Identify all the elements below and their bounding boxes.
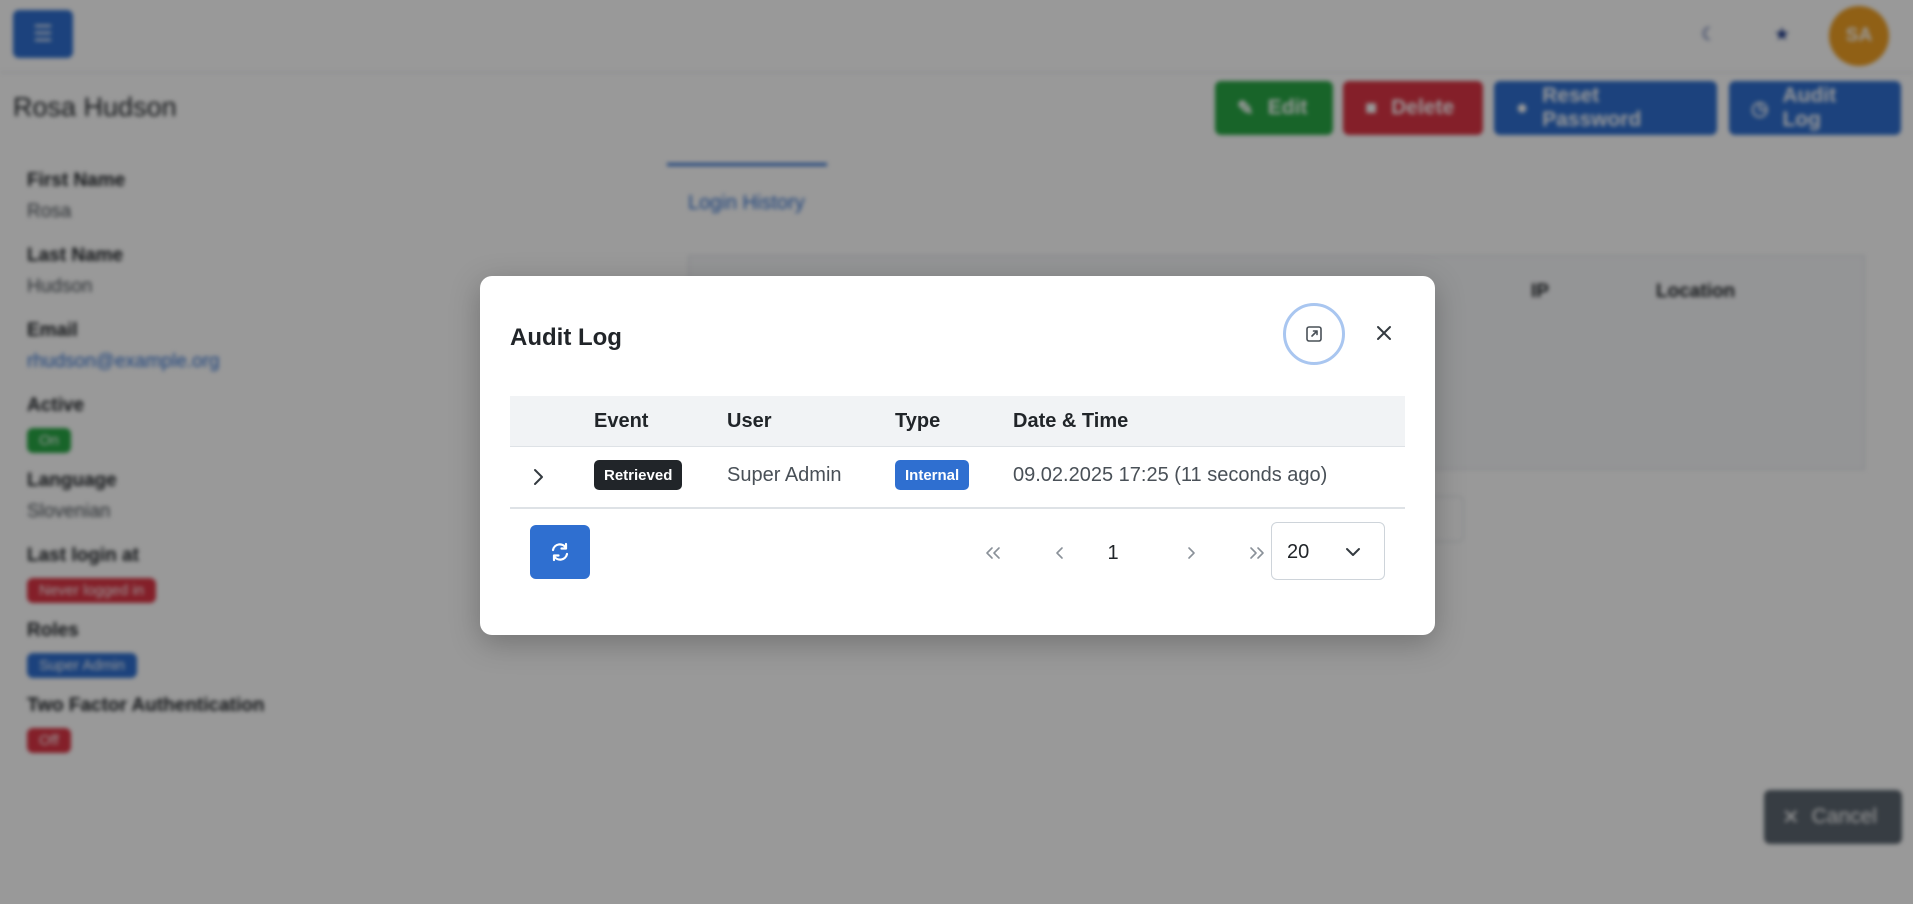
previous-page-button[interactable]	[1041, 534, 1079, 572]
type-badge: Internal	[895, 460, 970, 490]
close-button[interactable]	[1364, 313, 1404, 353]
expand-button[interactable]	[1283, 303, 1345, 365]
page-size-select[interactable]: 20	[1271, 522, 1385, 580]
refresh-icon	[551, 542, 569, 562]
column-header-event: Event	[594, 410, 649, 432]
chevron-right-icon	[1188, 547, 1195, 559]
expand-icon	[1306, 326, 1322, 342]
audit-log-modal: Audit Log Event User Type Date & Time Re…	[480, 276, 1435, 635]
audit-table-header: Event User Type Date & Time	[510, 396, 1405, 447]
close-icon	[1377, 326, 1391, 340]
datetime-cell: 09.02.2025 17:25 (11 seconds ago)	[1013, 464, 1328, 486]
event-badge: Retrieved	[594, 460, 683, 490]
first-page-button[interactable]	[974, 534, 1012, 572]
column-header-datetime: Date & Time	[1013, 410, 1129, 432]
column-header-type: Type	[895, 410, 941, 432]
current-page[interactable]: 1	[1098, 541, 1128, 565]
modal-title: Audit Log	[510, 324, 622, 351]
page-size-value: 20	[1287, 541, 1310, 563]
double-chevron-right-icon	[1250, 547, 1264, 559]
table-row[interactable]: Retrieved Super Admin Internal 09.02.202…	[510, 447, 1405, 509]
refresh-button[interactable]	[530, 525, 590, 579]
column-header-user: User	[727, 410, 772, 432]
chevron-left-icon	[1056, 547, 1063, 559]
double-chevron-left-icon	[986, 547, 1000, 559]
chevron-down-icon	[1346, 548, 1360, 556]
chevron-right-icon[interactable]	[528, 467, 548, 487]
user-cell: Super Admin	[727, 464, 842, 486]
next-page-button[interactable]	[1172, 534, 1210, 572]
